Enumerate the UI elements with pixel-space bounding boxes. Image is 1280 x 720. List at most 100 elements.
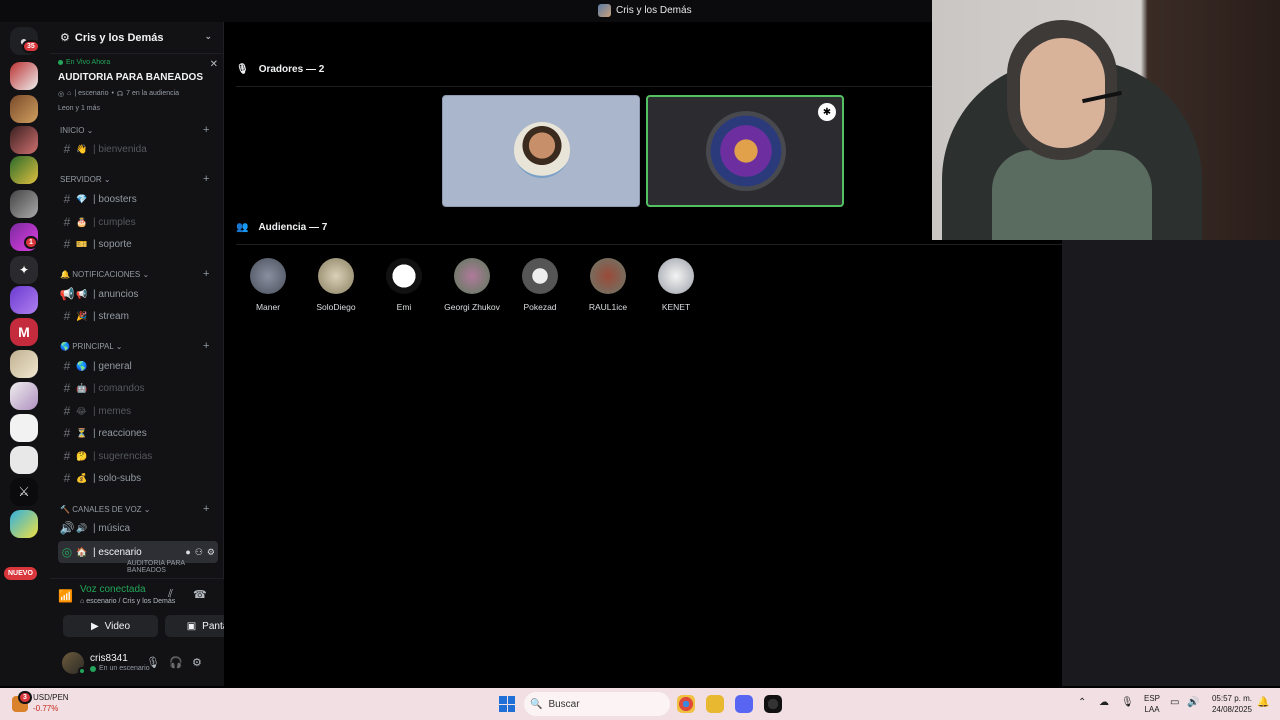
volume-icon[interactable]: 🔊 <box>1187 697 1199 708</box>
audience-avatar <box>250 258 286 294</box>
server-icon-4[interactable] <box>10 156 38 184</box>
obs-icon[interactable] <box>764 695 782 713</box>
hash-icon: # <box>63 426 71 440</box>
onedrive-icon[interactable]: ☁ <box>1099 697 1109 708</box>
category-principal[interactable]: 🌎 PRINCIPAL ⌄ + <box>60 340 209 352</box>
channel-soporte[interactable]: # 🎫 | soporte <box>58 234 218 254</box>
server-icon-15[interactable] <box>10 510 38 538</box>
globe-icon: 🌎 <box>60 342 70 351</box>
network-icon[interactable]: ▭ <box>1170 697 1179 708</box>
live-stage-card[interactable]: En Vivo Ahora ✕ AUDITORIA PARA BANEADOS … <box>58 59 218 112</box>
disconnect-icon[interactable]: ☎ <box>193 588 207 601</box>
channel-comandos[interactable]: # 🤖 | comandos <box>58 378 218 398</box>
add-channel-icon[interactable]: + <box>203 340 209 352</box>
channel-musica[interactable]: 🔊 🔊 | música <box>58 518 218 538</box>
language-indicator[interactable]: ESP LAA <box>1144 693 1160 715</box>
file-explorer-icon[interactable] <box>706 695 724 713</box>
mic-tray-icon[interactable]: 🎙 <box>1121 697 1134 708</box>
fx-pair[interactable]: USD/PEN <box>33 693 69 702</box>
status-dot-icon <box>90 665 96 672</box>
live-stage-meta: ◎ ⌂ | escenario • ☊ 7 en la audiencia <box>58 90 218 98</box>
audience-member[interactable]: RAUL1ice <box>578 258 638 312</box>
discord-icon[interactable] <box>735 695 753 713</box>
add-channel-icon[interactable]: + <box>203 124 209 136</box>
mic-icon[interactable]: 🎙 <box>146 656 160 669</box>
stage-icon: ◎ <box>61 545 73 559</box>
audience-member[interactable]: Emi <box>374 258 434 312</box>
server-icon-7[interactable]: ✦ <box>10 256 38 284</box>
category-notificaciones[interactable]: 🔔 NOTIFICACIONES ⌄ + <box>60 268 209 280</box>
username[interactable]: cris8341 <box>90 653 128 664</box>
server-icon-12[interactable] <box>10 414 38 442</box>
server-icon-14[interactable]: ⚔ <box>10 478 38 506</box>
server-icon-9[interactable]: M <box>10 318 38 346</box>
fx-change: -0.77% <box>33 704 59 713</box>
channel-reacciones[interactable]: # ⏳ | reacciones <box>58 423 218 443</box>
house-icon: ⌂ <box>67 90 72 97</box>
notification-icon[interactable]: 🔔 <box>1257 697 1269 708</box>
chrome-icon[interactable] <box>677 695 695 713</box>
server-icon-8[interactable] <box>10 286 38 314</box>
server-icon-5[interactable] <box>10 190 38 218</box>
server-icon-10[interactable] <box>10 350 38 378</box>
money-bag-icon: 💰 <box>76 472 88 483</box>
side-panel <box>1062 240 1280 686</box>
gear-icon[interactable]: ⚙ <box>207 547 215 558</box>
speaker-icon: 🔊 <box>59 521 75 535</box>
server-icon-13[interactable] <box>10 446 38 474</box>
channel-solo-subs[interactable]: # 💰 | solo-subs <box>58 468 218 488</box>
volume-icon: 🔊 <box>76 522 88 533</box>
speaker-tile-1[interactable] <box>442 95 640 207</box>
add-channel-icon[interactable]: + <box>203 268 209 280</box>
chevron-up-icon[interactable]: ⌃ <box>1078 697 1086 708</box>
channel-general[interactable]: # 🌎 | general <box>58 356 218 376</box>
taskbar-search[interactable]: 🔍 Buscar <box>524 692 670 716</box>
add-channel-icon[interactable]: + <box>203 173 209 185</box>
audience-avatar <box>454 258 490 294</box>
bell-icon: 🔔 <box>60 270 70 279</box>
category-inicio[interactable]: INICIO ⌄ + <box>60 124 209 136</box>
channel-boosters[interactable]: # 💎 | boosters <box>58 189 218 209</box>
channel-memes[interactable]: # 😂 | memes <box>58 401 218 421</box>
earth-icon: 🌎 <box>76 360 88 371</box>
audience-member[interactable]: Pokezad <box>510 258 570 312</box>
clock[interactable]: 05:57 p. m. 24/08/2025 <box>1206 693 1252 715</box>
noise-suppression-icon[interactable]: ⫽ <box>168 588 173 601</box>
channel-anuncios[interactable]: 📢 📢 | anuncios <box>58 284 218 304</box>
audience-member[interactable]: Georgi Zhukov <box>442 258 502 312</box>
category-voz[interactable]: 🔨 CANALES DE VOZ ⌄ + <box>60 503 209 515</box>
category-servidor[interactable]: SERVIDOR ⌄ + <box>60 173 209 185</box>
server-icon-11[interactable] <box>10 382 38 410</box>
channel-stream[interactable]: # 🎉 | stream <box>58 306 218 326</box>
voice-status[interactable]: Voz conectada <box>80 584 146 595</box>
robot-icon: 🤖 <box>76 382 88 393</box>
cake-icon: 🎂 <box>76 216 88 227</box>
search-placeholder: Buscar <box>548 698 580 710</box>
server-icon-2[interactable] <box>10 95 38 123</box>
channel-bienvenida[interactable]: # 👋 | bienvenida <box>58 139 218 159</box>
channel-sugerencias[interactable]: # 🤔 | sugerencias <box>58 446 218 466</box>
audience-member[interactable]: KENET <box>646 258 706 312</box>
server-icon-3[interactable] <box>10 126 38 154</box>
user-settings-icon[interactable]: ⚙ <box>192 656 202 669</box>
windows-start-icon[interactable] <box>499 696 515 712</box>
speaker-tile-2[interactable]: ✱ <box>646 95 844 207</box>
signal-icon[interactable]: 📶 <box>58 589 73 603</box>
server-header[interactable]: ⚙ Cris y los Demás ⌄ <box>50 22 224 54</box>
headphones-icon[interactable]: 🎧 <box>169 656 183 669</box>
channel-tools: ● ⚇ ⚙ <box>185 547 218 558</box>
audience-member[interactable]: Maner <box>238 258 298 312</box>
speakers-header: 🎙 Oradores — 2 <box>236 64 325 75</box>
server-icon <box>598 4 611 17</box>
window-title-text: Cris y los Demás <box>616 5 692 16</box>
close-icon[interactable]: ✕ <box>210 59 218 70</box>
channel-cumples[interactable]: # 🎂 | cumples <box>58 212 218 232</box>
nuevo-badge[interactable]: NUEVO <box>4 567 37 580</box>
invite-icon[interactable]: ⚇ <box>195 547 203 558</box>
chat-icon[interactable]: ● <box>185 547 190 558</box>
add-channel-icon[interactable]: + <box>203 503 209 515</box>
server-icon-1[interactable] <box>10 62 38 90</box>
user-panel: cris8341 En un escenario 🎙 🎧 ⚙ <box>50 646 224 686</box>
audience-member[interactable]: SoloDiego <box>306 258 366 312</box>
video-button[interactable]: ▶ Video <box>63 615 158 637</box>
